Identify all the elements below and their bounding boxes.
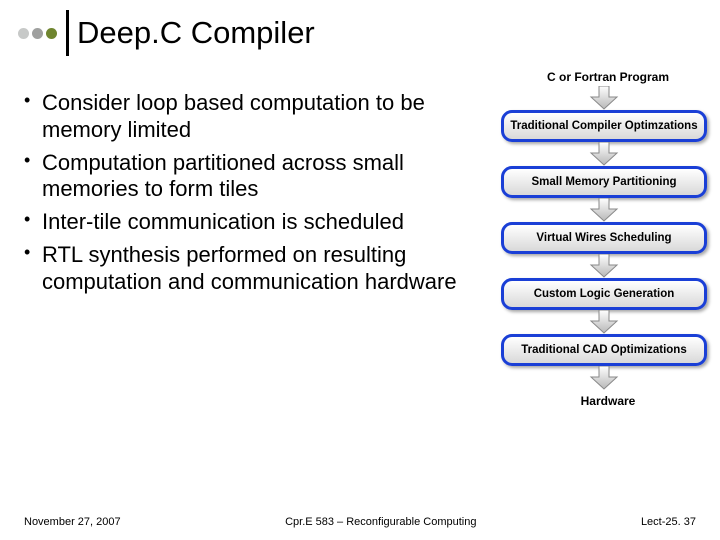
vertical-rule-icon	[66, 10, 69, 56]
arrow-down-icon	[589, 310, 619, 334]
arrow-down-icon	[589, 366, 619, 390]
flow-stage: Traditional CAD Optimizations	[501, 334, 707, 366]
stage-label: Small Memory Partitioning	[531, 176, 676, 188]
bullet-list: •Consider loop based computation to be m…	[24, 70, 480, 408]
list-item: •Inter-tile communication is scheduled	[24, 209, 472, 236]
arrow-down-icon	[589, 254, 619, 278]
bullet-text: RTL synthesis performed on resulting com…	[42, 242, 472, 296]
footer-page: Lect-25. 37	[641, 516, 696, 528]
footer-course: Cpr.E 583 – Reconfigurable Computing	[285, 516, 476, 528]
flow-stage: Virtual Wires Scheduling	[501, 222, 707, 254]
arrow-down-icon	[589, 86, 619, 110]
bullet-text: Inter-tile communication is scheduled	[42, 209, 404, 236]
dot-icon	[32, 28, 43, 39]
list-item: •Computation partitioned across small me…	[24, 150, 472, 204]
bullet-text: Consider loop based computation to be me…	[42, 90, 472, 144]
list-item: •RTL synthesis performed on resulting co…	[24, 242, 472, 296]
compiler-flow-diagram: C or Fortran Program Traditional Compile…	[480, 70, 710, 408]
footer-date: November 27, 2007	[24, 516, 121, 528]
flow-input-label: C or Fortran Program	[480, 70, 710, 84]
slide-title: Deep.C Compiler	[77, 15, 315, 51]
stage-label: Traditional Compiler Optimzations	[510, 120, 697, 132]
list-item: •Consider loop based computation to be m…	[24, 90, 472, 144]
dot-icon	[18, 28, 29, 39]
slide-header: Deep.C Compiler	[0, 0, 720, 70]
flow-stage: Custom Logic Generation	[501, 278, 707, 310]
stage-label: Virtual Wires Scheduling	[536, 232, 671, 244]
bullet-text: Computation partitioned across small mem…	[42, 150, 472, 204]
decorative-dots	[18, 28, 60, 39]
arrow-down-icon	[589, 198, 619, 222]
flow-output-label: Hardware	[480, 394, 710, 408]
flow-stage: Traditional Compiler Optimzations	[501, 110, 707, 142]
stage-label: Custom Logic Generation	[534, 288, 675, 300]
arrow-down-icon	[589, 142, 619, 166]
slide-footer: November 27, 2007 Cpr.E 583 – Reconfigur…	[0, 516, 720, 528]
stage-label: Traditional CAD Optimizations	[521, 344, 686, 356]
dot-icon	[46, 28, 57, 39]
flow-stage: Small Memory Partitioning	[501, 166, 707, 198]
